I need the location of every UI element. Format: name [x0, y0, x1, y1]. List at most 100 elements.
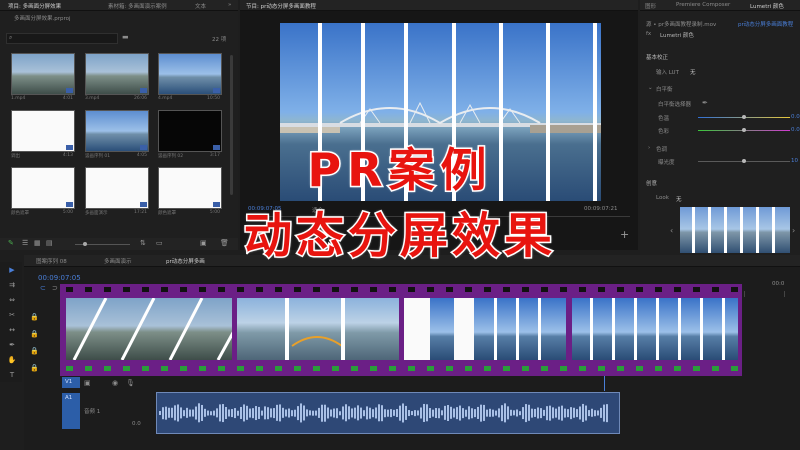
- tab-premiere-composer[interactable]: Premiere Composer: [676, 2, 730, 8]
- waveform-bar: [216, 408, 218, 418]
- waveform-bar: [273, 407, 275, 419]
- timeline-timecode[interactable]: 00:09:07:05: [38, 274, 81, 282]
- waveform-bar: [522, 406, 524, 420]
- waveform-bar: [318, 408, 320, 418]
- waveform-bar: [507, 406, 509, 420]
- eye-icon[interactable]: ◉: [112, 379, 118, 387]
- tab-program[interactable]: 节目: pr动态分屏多画面教程: [246, 2, 316, 10]
- film-frame-1[interactable]: [66, 298, 232, 360]
- waveform-bar: [429, 407, 431, 419]
- temperature-value[interactable]: 0.0: [791, 114, 800, 120]
- lock-icon[interactable]: 🔒: [30, 313, 39, 321]
- white-balance-header[interactable]: 白平衡: [656, 85, 673, 93]
- clip-thumbnail[interactable]: [11, 53, 75, 95]
- chevron-down-icon[interactable]: ⌄: [648, 85, 653, 91]
- film-frame-2[interactable]: [237, 298, 399, 360]
- project-tabbar: 项目: 多画面分屏效果 素材箱: 多画面演示案例 文本 »: [0, 0, 238, 11]
- audio-volume-value[interactable]: 0.0: [132, 421, 141, 427]
- tint-value[interactable]: 0.0: [791, 127, 800, 133]
- waveform-bar: [321, 404, 323, 422]
- fx-icon[interactable]: fx: [646, 31, 651, 37]
- lock-icon[interactable]: 🔒: [30, 364, 39, 372]
- waveform-bar: [261, 410, 263, 416]
- waveform-bar: [534, 409, 536, 417]
- slip-tool-icon[interactable]: ↔: [7, 326, 17, 334]
- camera-icon[interactable]: ▣: [84, 379, 91, 387]
- white-panel: [454, 298, 474, 360]
- waveform-bar: [393, 410, 395, 416]
- split-stripe: [678, 298, 681, 360]
- snap-icon[interactable]: ⊂: [40, 284, 46, 292]
- waveform-bar: [357, 405, 359, 421]
- waveform-bar: [270, 408, 272, 418]
- waveform-bar: [315, 410, 317, 416]
- linked-selection-icon[interactable]: ⊃: [52, 284, 58, 292]
- waveform-bar: [384, 408, 386, 418]
- waveform-bar: [168, 408, 170, 418]
- input-lut-dropdown[interactable]: 无: [690, 68, 696, 76]
- waveform-bar: [477, 407, 479, 419]
- waveform-bar: [330, 409, 332, 417]
- sequence-clip-select[interactable]: pr动态分屏多画面教程: [738, 20, 793, 28]
- waveform-bar: [543, 410, 545, 416]
- waveform-bar: [345, 404, 347, 422]
- waveform-bar: [486, 409, 488, 417]
- waveform-bar: [474, 408, 476, 418]
- waveform-bar: [423, 404, 425, 422]
- waveform-bar: [504, 403, 506, 423]
- tab-lumetri-color[interactable]: Lumetri 颜色: [750, 2, 784, 10]
- waveform-bar: [420, 407, 422, 419]
- waveform-bar: [570, 406, 572, 420]
- waveform-bar: [162, 406, 164, 420]
- tab-project[interactable]: 项目: 多画面分屏效果: [8, 2, 61, 10]
- ripple-edit-icon[interactable]: ⇔: [7, 296, 17, 304]
- folder-icon[interactable]: ▬: [122, 33, 129, 41]
- clip-thumbnail[interactable]: [158, 53, 222, 95]
- pen-tool-icon[interactable]: ✒: [7, 341, 17, 349]
- temperature-slider[interactable]: [698, 115, 790, 119]
- project-search-input[interactable]: ⌕: [6, 33, 118, 44]
- headline-line-1: PR案例: [306, 142, 493, 199]
- basic-correction-header[interactable]: 基本校正: [646, 53, 668, 61]
- waveform-bar: [387, 409, 389, 417]
- hand-tool-icon[interactable]: ✋: [7, 356, 17, 364]
- lock-icon[interactable]: 🔒: [30, 330, 39, 338]
- waveform-bar: [402, 403, 404, 423]
- waveform-bar: [246, 406, 248, 420]
- film-frame-3[interactable]: [404, 298, 566, 360]
- tint-slider[interactable]: [698, 128, 790, 132]
- type-tool-icon[interactable]: T: [7, 371, 17, 379]
- eyedropper-icon[interactable]: ✒: [702, 99, 708, 107]
- panel-expand-icon[interactable]: »: [228, 2, 231, 8]
- waveform-bar: [588, 409, 590, 417]
- split-stripe: [285, 298, 289, 360]
- waveform-bar: [519, 410, 521, 416]
- film-frame-4[interactable]: [572, 298, 738, 360]
- waveform-bar: [363, 409, 365, 417]
- tab-graphics[interactable]: 图形: [645, 2, 656, 10]
- waveform-bar: [537, 407, 539, 419]
- track-target-a1[interactable]: A1: [62, 393, 80, 429]
- tab-bin[interactable]: 素材箱: 多画面演示案例: [108, 2, 167, 10]
- tab-text[interactable]: 文本: [195, 2, 206, 10]
- waveform-bar: [567, 408, 569, 418]
- track-target-v1[interactable]: V1: [62, 377, 80, 388]
- mic-icon[interactable]: 🎙: [126, 379, 135, 387]
- audio-clip[interactable]: [156, 392, 620, 434]
- waveform-bar: [288, 408, 290, 418]
- waveform-bar: [240, 407, 242, 419]
- source-clip-select[interactable]: 源 • pr多画面教程录制.mov: [646, 20, 716, 28]
- waveform-bar: [360, 407, 362, 419]
- lock-icon[interactable]: 🔒: [30, 347, 39, 355]
- waveform-bar: [426, 404, 428, 422]
- split-stripe: [494, 298, 497, 360]
- temperature-knob[interactable]: [742, 115, 746, 119]
- waveform-bar: [591, 409, 593, 417]
- tint-knob[interactable]: [742, 128, 746, 132]
- razor-tool-icon[interactable]: ✂: [7, 311, 17, 319]
- selection-tool-icon[interactable]: ▶: [7, 266, 17, 274]
- split-stripe: [634, 298, 637, 360]
- clip-thumbnail[interactable]: [85, 53, 149, 95]
- track-select-icon[interactable]: ⇉: [7, 281, 17, 289]
- waveform-bar: [252, 407, 254, 419]
